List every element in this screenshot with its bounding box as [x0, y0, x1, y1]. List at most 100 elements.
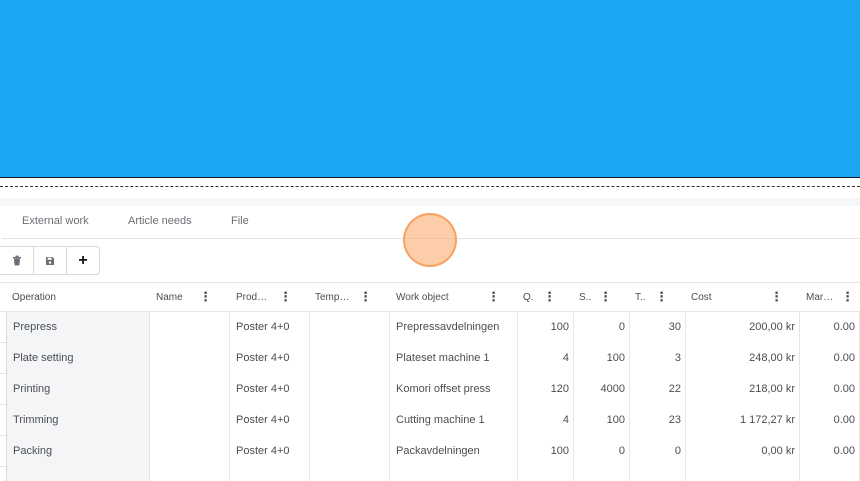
tab-external-work[interactable]: External work	[22, 215, 89, 227]
cell-name[interactable]	[150, 343, 230, 374]
add-row-button[interactable]: +	[66, 247, 99, 274]
cell-margin[interactable]: 0.00	[800, 374, 860, 405]
floppy-disk-icon	[46, 256, 54, 265]
table-row[interactable]: Plate setting Poster 4+0 Plateset machine …	[0, 343, 860, 374]
cell-cost[interactable]: 218,00 kr	[686, 374, 800, 405]
cell-name[interactable]	[150, 312, 230, 343]
cell-product[interactable]: Poster 4+0	[230, 405, 310, 436]
cell-s[interactable]: 100	[574, 405, 630, 436]
cell-template[interactable]	[310, 436, 390, 467]
column-menu-icon[interactable]: ⋮	[543, 283, 556, 312]
cell-operation[interactable]: Prepress	[6, 312, 150, 343]
save-button[interactable]	[33, 247, 66, 274]
column-menu-icon[interactable]: ⋮	[199, 283, 212, 312]
column-menu-icon[interactable]: ⋮	[599, 283, 612, 312]
table-row[interactable]	[0, 467, 860, 481]
resize-divider[interactable]	[0, 186, 860, 187]
cell-work-object[interactable]: Plateset machine 1	[390, 343, 518, 374]
cell-quantity[interactable]: 4	[518, 343, 574, 374]
grid-header: Operation Name ⋮ Prod… ⋮ Temp… ⋮ Work ob…	[0, 282, 860, 312]
cell-name[interactable]	[150, 467, 230, 481]
cell-template[interactable]	[310, 405, 390, 436]
cell-t[interactable]: 22	[630, 374, 686, 405]
column-header-work-object[interactable]: Work object	[396, 283, 482, 312]
tab-scroll-marker	[0, 206, 2, 239]
cell-product[interactable]: Poster 4+0	[230, 374, 310, 405]
cell-cost[interactable]: 0,00 kr	[686, 436, 800, 467]
cell-work-object[interactable]	[390, 467, 518, 481]
cell-product[interactable]	[230, 467, 310, 481]
cell-margin[interactable]: 0.00	[800, 343, 860, 374]
cell-product[interactable]: Poster 4+0	[230, 312, 310, 343]
column-header-product[interactable]: Prod…	[236, 283, 276, 312]
section-gap	[0, 198, 860, 206]
cell-quantity[interactable]: 100	[518, 436, 574, 467]
cell-operation[interactable]: Printing	[6, 374, 150, 405]
cell-quantity[interactable]: 4	[518, 405, 574, 436]
cell-margin[interactable]: 0.00	[800, 312, 860, 343]
column-header-t[interactable]: T..	[635, 283, 653, 312]
cell-work-object[interactable]: Packavdelningen	[390, 436, 518, 467]
cell-s[interactable]: 100	[574, 343, 630, 374]
cell-work-object[interactable]: Komori offset press	[390, 374, 518, 405]
cell-cost[interactable]: 248,00 kr	[686, 343, 800, 374]
cell-margin[interactable]	[800, 467, 860, 481]
cell-quantity[interactable]	[518, 467, 574, 481]
top-banner	[0, 0, 860, 178]
tab-file[interactable]: File	[231, 215, 249, 227]
cell-t[interactable]	[630, 467, 686, 481]
cell-t[interactable]: 30	[630, 312, 686, 343]
cell-cost[interactable]	[686, 467, 800, 481]
cell-t[interactable]: 0	[630, 436, 686, 467]
cell-t[interactable]: 23	[630, 405, 686, 436]
cell-template[interactable]	[310, 343, 390, 374]
column-menu-icon[interactable]: ⋮	[359, 283, 372, 312]
cell-t[interactable]: 3	[630, 343, 686, 374]
trash-icon	[12, 255, 21, 266]
cell-work-object[interactable]: Cutting machine 1	[390, 405, 518, 436]
grid-toolbar: +	[0, 246, 100, 275]
cell-s[interactable]	[574, 467, 630, 481]
column-header-template[interactable]: Temp…	[315, 283, 357, 312]
column-header-margin[interactable]: Mar…	[806, 283, 836, 312]
cell-quantity[interactable]: 100	[518, 312, 574, 343]
column-header-quantity[interactable]: Q.	[523, 283, 541, 312]
cell-margin[interactable]: 0.00	[800, 405, 860, 436]
cell-operation[interactable]: Packing	[6, 436, 150, 467]
cell-template[interactable]	[310, 374, 390, 405]
cell-operation[interactable]: Trimming	[6, 405, 150, 436]
cell-operation[interactable]: Plate setting	[6, 343, 150, 374]
cell-template[interactable]	[310, 467, 390, 481]
cell-product[interactable]: Poster 4+0	[230, 436, 310, 467]
table-row[interactable]: Packing Poster 4+0 Packavdelningen 100 0 0 0,0…	[0, 436, 860, 467]
cell-name[interactable]	[150, 374, 230, 405]
cell-s[interactable]: 4000	[574, 374, 630, 405]
tab-article-needs[interactable]: Article needs	[128, 215, 192, 227]
delete-button[interactable]	[0, 247, 33, 274]
cell-name[interactable]	[150, 405, 230, 436]
cell-s[interactable]: 0	[574, 436, 630, 467]
cell-cost[interactable]: 1 172,27 kr	[686, 405, 800, 436]
cell-operation[interactable]	[6, 467, 150, 481]
column-header-operation[interactable]: Operation	[12, 283, 132, 312]
column-menu-icon[interactable]: ⋮	[655, 283, 668, 312]
cursor-highlight	[403, 213, 457, 267]
cell-product[interactable]: Poster 4+0	[230, 343, 310, 374]
cell-cost[interactable]: 200,00 kr	[686, 312, 800, 343]
column-menu-icon[interactable]: ⋮	[770, 283, 783, 312]
cell-name[interactable]	[150, 436, 230, 467]
cell-quantity[interactable]: 120	[518, 374, 574, 405]
column-menu-icon[interactable]: ⋮	[841, 283, 854, 312]
table-row[interactable]: Trimming Poster 4+0 Cutting machine 1 4 100 2…	[0, 405, 860, 436]
cell-s[interactable]: 0	[574, 312, 630, 343]
column-header-cost[interactable]: Cost	[691, 283, 761, 312]
table-row[interactable]: Printing Poster 4+0 Komori offset press 120…	[0, 374, 860, 405]
table-row[interactable]: Prepress Poster 4+0 Prepressavdelningen 100…	[0, 312, 860, 343]
column-header-name[interactable]: Name	[156, 283, 196, 312]
cell-template[interactable]	[310, 312, 390, 343]
column-header-s[interactable]: S..	[579, 283, 597, 312]
column-menu-icon[interactable]: ⋮	[487, 283, 500, 312]
cell-work-object[interactable]: Prepressavdelningen	[390, 312, 518, 343]
column-menu-icon[interactable]: ⋮	[279, 283, 292, 312]
cell-margin[interactable]: 0.00	[800, 436, 860, 467]
